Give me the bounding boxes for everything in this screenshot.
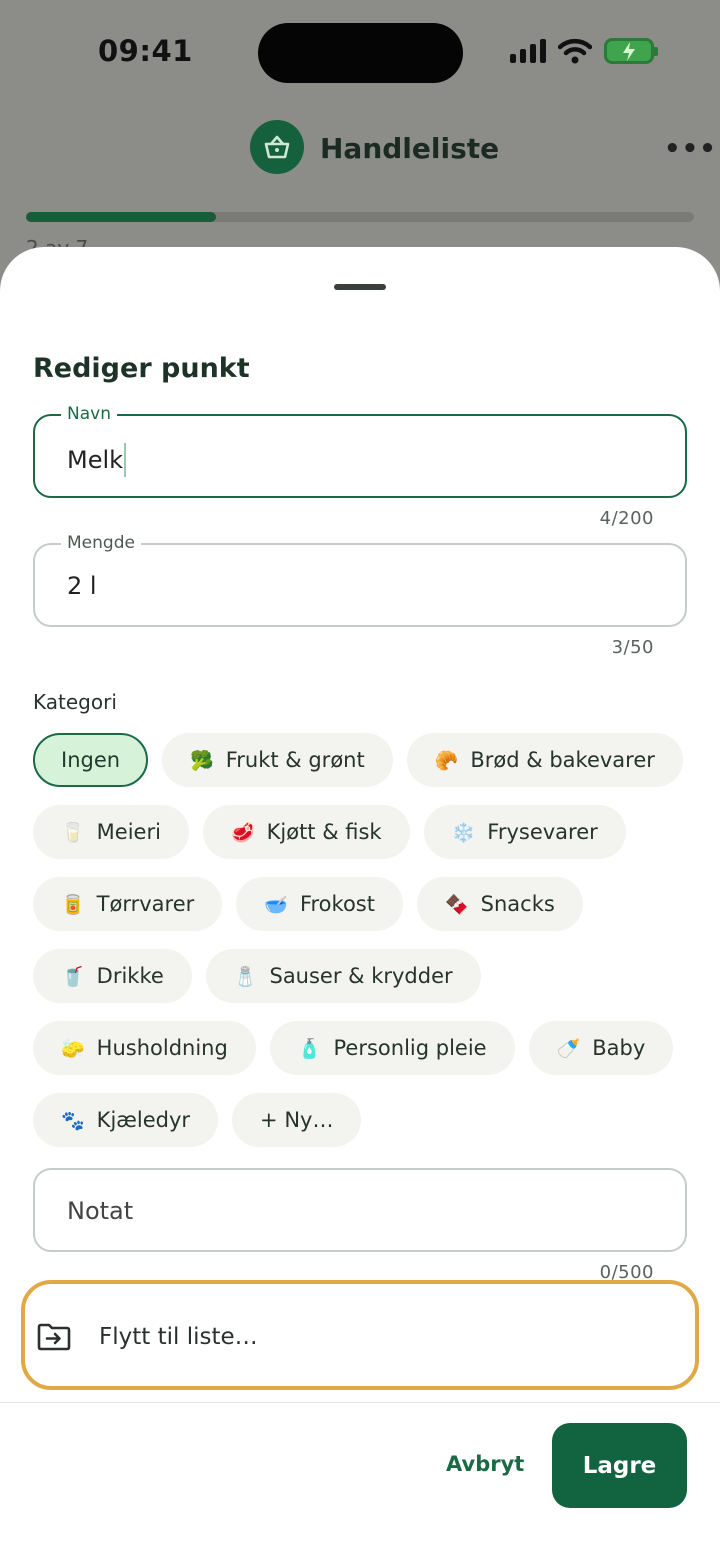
- category-label: Kategori: [33, 690, 117, 714]
- snowflake-icon: ❄️: [451, 821, 476, 844]
- name-field-value: Melk: [67, 446, 124, 474]
- category-chip-frokost[interactable]: 🥣 Frokost: [236, 877, 403, 931]
- move-to-list-button[interactable]: Flytt til liste…: [21, 1280, 699, 1390]
- paw-prints-icon: 🐾: [61, 1109, 85, 1132]
- name-field[interactable]: Navn Melk: [33, 404, 687, 498]
- status-time: 09:41: [98, 34, 193, 68]
- bowl-icon: 🥣: [264, 893, 288, 916]
- chocolate-icon: 🍫: [444, 893, 469, 916]
- chip-label: Brød & bakevarer: [470, 748, 655, 772]
- category-chip-kjott-fisk[interactable]: 🥩 Kjøtt & fisk: [202, 805, 410, 859]
- quantity-field-value: 2 l: [67, 572, 97, 600]
- name-field-label: Navn: [61, 404, 117, 424]
- folder-move-icon: [37, 1323, 71, 1351]
- category-chip-husholdning[interactable]: 🧽 Husholdning: [33, 1021, 256, 1075]
- chip-label: Kjæledyr: [96, 1108, 191, 1132]
- dynamic-island: [258, 23, 463, 83]
- name-field-value-wrap: Melk: [67, 443, 127, 477]
- note-placeholder: Notat: [67, 1197, 134, 1225]
- chip-label: Frukt & grønt: [225, 748, 365, 772]
- category-chip-baby[interactable]: 🍼 Baby: [528, 1021, 674, 1075]
- chip-label: Frokost: [299, 892, 375, 916]
- category-chip-sauser-krydder[interactable]: 🧂 Sauser & krydder: [205, 949, 481, 1003]
- milk-glass-icon: 🥛: [61, 821, 85, 844]
- category-chip-ingen[interactable]: Ingen: [33, 733, 149, 787]
- page-title: Handleliste: [320, 132, 500, 165]
- cancel-button[interactable]: Avbryt: [446, 1452, 524, 1476]
- croissant-icon: 🥐: [434, 749, 459, 772]
- canned-food-icon: 🥫: [61, 893, 85, 916]
- category-chip-meieri[interactable]: 🥛 Meieri: [33, 805, 189, 859]
- meat-icon: 🥩: [230, 821, 255, 844]
- progress-fill: [26, 212, 217, 222]
- chip-label: Ingen: [61, 748, 121, 772]
- chip-label: Meieri: [96, 820, 161, 844]
- salt-shaker-icon: 🧂: [233, 965, 258, 988]
- drink-cup-icon: 🥤: [61, 965, 85, 988]
- move-to-list-label: Flytt til liste…: [99, 1324, 258, 1350]
- cellular-signal-icon: [510, 39, 546, 63]
- broccoli-icon: 🥦: [190, 749, 214, 772]
- quantity-counter: 3/50: [611, 637, 654, 658]
- sponge-icon: 🧽: [61, 1037, 85, 1060]
- chip-label: Snacks: [480, 892, 555, 916]
- chip-label: Personlig pleie: [333, 1036, 487, 1060]
- chip-label: Husholdning: [96, 1036, 228, 1060]
- lotion-bottle-icon: 🧴: [297, 1037, 322, 1060]
- quantity-field-label: Mengde: [61, 533, 141, 553]
- footer-divider: [0, 1402, 720, 1403]
- category-chips: Ingen 🥦 Frukt & grønt 🥐 Brød & bakevarer 🥛…: [33, 733, 693, 1165]
- wifi-icon: [558, 38, 592, 64]
- category-chip-personlig-pleie[interactable]: 🧴 Personlig pleie: [269, 1021, 515, 1075]
- app-header: Handleliste •••: [0, 120, 720, 180]
- baby-bottle-icon: 🍼: [556, 1037, 581, 1060]
- chip-label: Frysevarer: [487, 820, 598, 844]
- chip-label: Baby: [592, 1036, 646, 1060]
- progress-bar: [26, 212, 694, 222]
- status-bar: 09:41: [0, 0, 720, 100]
- chip-label: Sauser & krydder: [269, 964, 453, 988]
- category-chip-snacks[interactable]: 🍫 Snacks: [416, 877, 583, 931]
- more-options-button[interactable]: •••: [664, 134, 717, 164]
- text-caret: [124, 443, 127, 477]
- category-chip-frukt-gront[interactable]: 🥦 Frukt & grønt: [162, 733, 393, 787]
- edit-item-sheet: Rediger punkt Navn Melk 4/200 Mengde 2 l…: [0, 247, 720, 1564]
- note-field[interactable]: Notat: [33, 1168, 687, 1252]
- category-chip-drikke[interactable]: 🥤 Drikke: [33, 949, 192, 1003]
- save-button[interactable]: Lagre: [552, 1423, 687, 1508]
- sheet-title: Rediger punkt: [33, 353, 250, 384]
- category-chip-brod-bakevarer[interactable]: 🥐 Brød & bakevarer: [406, 733, 683, 787]
- chip-label: Tørrvarer: [96, 892, 195, 916]
- sheet-grabber[interactable]: [334, 284, 386, 290]
- category-chip-kjaeledyr[interactable]: 🐾 Kjæledyr: [33, 1093, 219, 1147]
- chip-label: + Ny…: [260, 1108, 334, 1132]
- status-icons: [510, 38, 658, 64]
- quantity-field[interactable]: Mengde 2 l: [33, 533, 687, 627]
- chip-label: Drikke: [96, 964, 164, 988]
- name-counter: 4/200: [599, 508, 654, 529]
- add-category-chip[interactable]: + Ny…: [232, 1093, 362, 1147]
- battery-icon: [604, 38, 658, 64]
- basket-icon: [250, 120, 304, 174]
- chip-label: Kjøtt & fisk: [266, 820, 382, 844]
- category-chip-torrvarer[interactable]: 🥫 Tørrvarer: [33, 877, 223, 931]
- category-chip-frysevarer[interactable]: ❄️ Frysevarer: [423, 805, 626, 859]
